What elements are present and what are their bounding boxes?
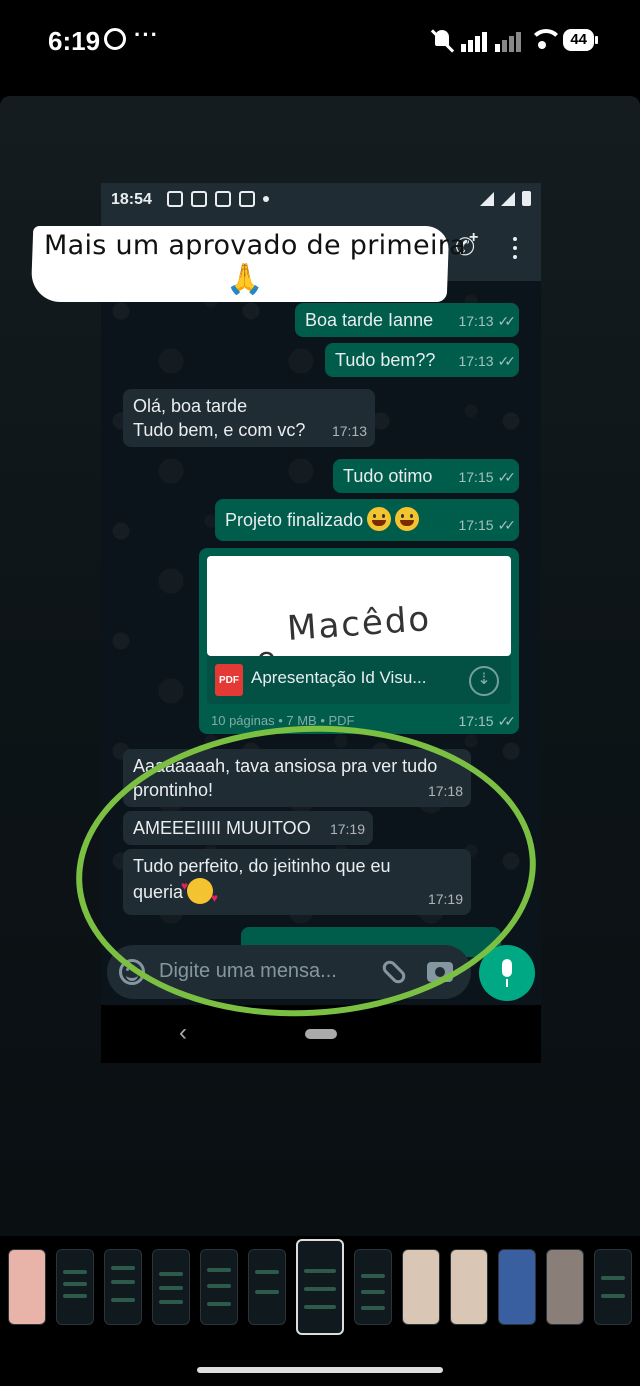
whatsapp-icon [104,28,126,50]
message-out[interactable]: Boa tarde Ianne 17:13 ✓✓ [295,303,519,337]
story-thumbnail[interactable] [152,1249,190,1325]
chat-icon [191,191,207,207]
message-out[interactable]: Tudo bem?? 17:13 ✓✓ [325,343,519,377]
battery-icon: 44 [563,29,598,51]
read-ticks-icon: ✓✓ [497,517,517,533]
more-notifications-icon: ··· [134,22,159,47]
inner-clock: 18:54 [111,191,152,208]
story-thumbnail[interactable] [56,1249,94,1325]
story-thumbnail[interactable] [450,1249,488,1325]
outer-clock: 6:19 [48,26,101,56]
outer-status-icons: 44 [431,28,598,52]
inner-wifi-icon [480,191,494,206]
amazon-icon [215,191,231,207]
outer-status-bar: 6:19 ··· 44 [0,0,640,96]
document-preview[interactable]: Macêdo e [207,556,511,656]
story-thumbnail[interactable] [8,1249,46,1325]
pdf-icon: PDF [215,664,243,696]
message-in[interactable]: Olá, boa tarde Tudo bem, e com vc? 17:13 [123,389,375,447]
home-pill-icon[interactable] [305,1029,337,1039]
story-thumbnail-active[interactable] [296,1239,344,1335]
signal-secondary-icon [495,28,522,52]
instagram-icon [239,191,255,207]
more-dot-icon [263,196,269,202]
document-file-row[interactable]: PDF Apresentação Id Visu... ⇣ [207,656,511,704]
story-thumbnail[interactable] [498,1249,536,1325]
read-ticks-icon: ✓✓ [497,469,517,485]
story-thumbnail[interactable] [594,1249,632,1325]
download-icon[interactable]: ⇣ [469,666,499,696]
back-icon[interactable]: ‹ [179,1019,187,1047]
inner-battery-icon [522,191,531,206]
notifications-muted-icon [431,28,453,52]
inner-signal-icon [501,191,515,206]
more-options-icon[interactable] [513,237,517,259]
wifi-icon [529,29,564,51]
story-thumbnail[interactable] [104,1249,142,1325]
story-thumbnail[interactable] [200,1249,238,1325]
inner-status-bar: 18:54 [101,183,541,215]
document-name: Apresentação Id Visu... [251,668,427,687]
story-caption: Mais um aprovado de primeira [44,230,466,261]
story-thumbnail[interactable] [402,1249,440,1325]
read-ticks-icon: ✓✓ [497,313,517,329]
story-thumbnail-strip [0,1236,640,1386]
caption-emoji: 🙏 [226,263,264,296]
read-ticks-icon: ✓✓ [497,713,517,729]
grinning-emoji-icon [367,507,392,531]
message-out[interactable]: Tudo otimo 17:15 ✓✓ [333,459,519,493]
story-thumbnail[interactable] [248,1249,286,1325]
message-out[interactable]: Projeto finalizado 17:15 ✓✓ [215,499,519,541]
grinning-emoji-icon [395,507,420,531]
read-ticks-icon: ✓✓ [497,353,517,369]
inner-notification-icons [167,191,269,207]
story-thumbnail[interactable] [546,1249,584,1325]
news-icon [167,191,183,207]
home-indicator[interactable] [197,1367,443,1373]
inner-system-icons [480,191,531,206]
story-thumbnail[interactable] [354,1249,392,1325]
document-message[interactable]: Macêdo e PDF Apresentação Id Visu... ⇣ 1… [199,548,519,734]
signal-icon [461,28,488,52]
